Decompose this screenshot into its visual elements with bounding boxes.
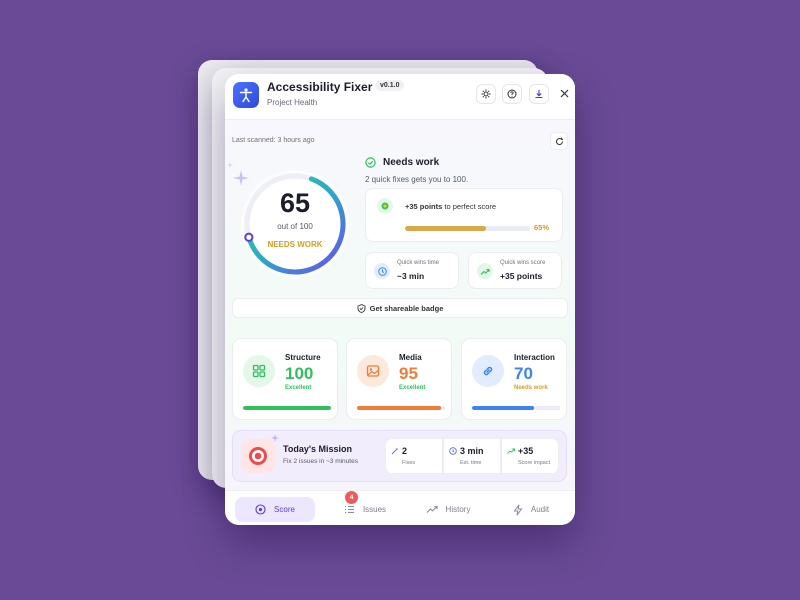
close-icon — [560, 89, 569, 98]
quick-wins-score-card: Quick wins score +35 points — [468, 252, 562, 289]
close-button[interactable] — [560, 86, 569, 101]
bottom-nav: Score Issues 4 History Audit — [225, 490, 575, 525]
sparkle-icon — [227, 162, 233, 168]
category-score: 70 — [514, 364, 533, 383]
target-dot-icon — [377, 198, 393, 214]
extension-panel: Accessibility Fixer v0.1.0 Project Healt… — [225, 74, 575, 525]
accessibility-icon — [233, 82, 259, 108]
quick-wins-time-value: ~3 min — [397, 271, 425, 281]
score-gauge: 65 out of 100 NEEDS WORK — [239, 168, 351, 280]
quick-wins-score-label: Quick wins score — [500, 260, 546, 266]
category-status: Excellent — [399, 385, 426, 391]
mission-stat-label: Fixes — [402, 460, 416, 466]
mission-stat-value: 3 min — [460, 446, 484, 456]
category-progress-bar — [243, 406, 331, 410]
image-icon — [357, 355, 389, 387]
nav-tab-audit[interactable]: Audit — [501, 497, 561, 522]
nav-tab-issues[interactable]: Issues — [335, 497, 395, 522]
help-button[interactable] — [502, 84, 522, 104]
sparkle-icon — [271, 434, 279, 442]
download-button[interactable] — [529, 84, 549, 104]
mission-stat-impact: +35 Score impact — [501, 438, 559, 474]
nav-label: Score — [274, 505, 295, 514]
quick-wins-time-card: Quick wins time ~3 min — [365, 252, 459, 289]
download-icon — [535, 90, 543, 99]
nav-label: History — [445, 505, 471, 514]
list-icon — [344, 505, 354, 514]
category-card-structure[interactable]: Structure 100 Excellent — [232, 338, 338, 420]
get-badge-button[interactable]: Get shareable badge — [232, 298, 568, 318]
status-subtitle: 2 quick fixes gets you to 100. — [365, 175, 469, 184]
get-badge-label: Get shareable badge — [369, 303, 444, 313]
category-progress-bar — [472, 406, 560, 410]
category-progress-bar — [357, 406, 445, 410]
app-subtitle: Project Health — [267, 98, 318, 107]
points-text: +35 points to perfect score — [405, 202, 497, 211]
app-title: Accessibility Fixer — [267, 80, 373, 94]
mission-stat-label: Score impact — [518, 460, 551, 466]
header: Accessibility Fixer v0.1.0 Project Healt… — [225, 74, 575, 120]
question-icon — [507, 89, 517, 99]
nav-tab-history[interactable]: History — [415, 497, 481, 522]
mission-card[interactable]: Today's Mission Fix 2 issues in ~3 minut… — [232, 430, 567, 482]
version-badge: v0.1.0 — [375, 80, 405, 91]
grid-icon — [243, 355, 275, 387]
trend-icon — [426, 505, 438, 513]
bolt-icon — [513, 504, 523, 515]
points-card: +35 points to perfect score 65% — [365, 188, 563, 242]
score-status: NEEDS WORK — [267, 240, 323, 249]
category-card-interaction[interactable]: Interaction 70 Needs work — [461, 338, 567, 420]
mission-subtitle: Fix 2 issues in ~3 minutes — [283, 458, 358, 465]
clock-icon — [449, 447, 457, 455]
category-status: Excellent — [285, 385, 312, 391]
category-score: 100 — [285, 364, 314, 383]
quick-wins-score-value: +35 points — [500, 271, 543, 281]
category-status: Needs work — [514, 385, 548, 391]
score-out-of: out of 100 — [277, 222, 313, 231]
points-progress-label: 65% — [534, 223, 550, 232]
category-name: Interaction — [514, 353, 555, 362]
category-name: Structure — [285, 353, 321, 362]
check-circle-icon — [365, 157, 376, 168]
mission-stat-fixes: 2 Fixes — [385, 438, 443, 474]
mission-stat-time: 3 min Est. time — [443, 438, 501, 474]
category-name: Media — [399, 353, 422, 362]
shield-check-icon — [357, 303, 366, 313]
score-content: Last scanned: 3 hours ago 65 out of 100 … — [225, 120, 575, 490]
link-icon — [472, 355, 504, 387]
nav-label: Audit — [530, 505, 550, 514]
refresh-button[interactable] — [550, 132, 568, 150]
target-icon — [241, 439, 275, 473]
mission-stat-value: +35 — [518, 446, 534, 456]
target-icon — [255, 504, 266, 515]
category-card-media[interactable]: Media 95 Excellent — [346, 338, 452, 420]
trend-up-icon — [507, 448, 515, 454]
category-score: 95 — [399, 364, 418, 383]
refresh-icon — [555, 137, 563, 145]
issues-count-badge: 4 — [345, 491, 358, 504]
mission-stat-value: 2 — [402, 446, 408, 456]
status-title: Needs work — [383, 157, 440, 168]
settings-button[interactable] — [476, 84, 496, 104]
mission-stat-label: Est. time — [460, 460, 482, 466]
clock-icon — [374, 263, 390, 279]
wand-icon — [391, 447, 399, 455]
nav-tab-score[interactable]: Score — [235, 497, 315, 522]
trend-up-icon — [477, 263, 493, 279]
nav-label: Issues — [362, 505, 387, 514]
last-scanned: Last scanned: 3 hours ago — [232, 137, 315, 144]
quick-wins-time-label: Quick wins time — [397, 260, 440, 266]
mission-title: Today's Mission — [283, 444, 352, 454]
points-progress-bar — [405, 226, 530, 231]
score-value: 65 — [279, 188, 311, 218]
gear-icon — [481, 89, 491, 99]
